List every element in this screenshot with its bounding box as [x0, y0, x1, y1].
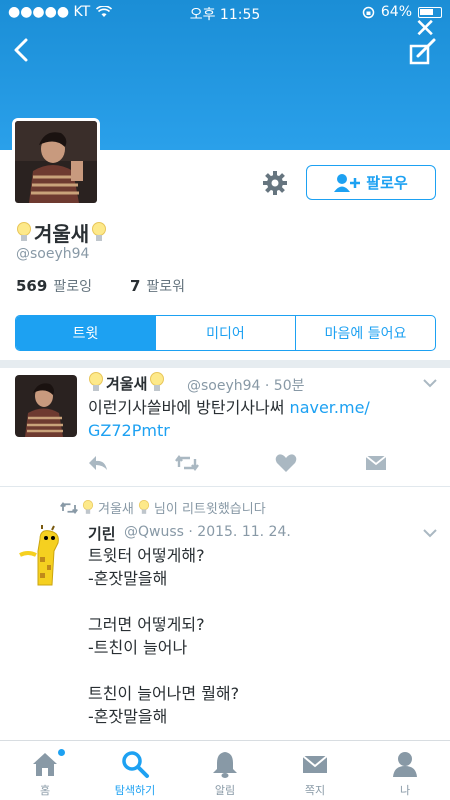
retweet-suffix: 님이 리트윗했습니다 — [153, 502, 266, 517]
profile-handle: @soeyh94 — [16, 246, 90, 262]
tab-messages[interactable]: 쪽지 — [270, 741, 360, 800]
tab-me-label: 나 — [399, 784, 411, 797]
tab-messages-label: 쪽지 — [304, 784, 326, 797]
profile-counts: 569 팔로잉 7 팔로워 — [16, 276, 185, 296]
tweet-body: 이런기사쓸바에 방탄기사나써 — [88, 398, 290, 417]
tab-notifications-label: 알림 — [214, 784, 236, 797]
retweet-context: 겨울새 님이 리트윗했습니다 — [60, 498, 266, 517]
chevron-down-icon[interactable] — [423, 378, 437, 388]
section-separator — [0, 360, 450, 368]
search-icon — [122, 751, 149, 778]
lightbulb-icon — [17, 221, 31, 241]
person-icon — [393, 752, 417, 777]
tab-me[interactable]: 나 — [360, 741, 450, 800]
back-icon[interactable] — [10, 36, 34, 64]
tab-explore-label: 탐색하기 — [114, 784, 156, 797]
followers-label: 팔로워 — [146, 279, 186, 295]
tab-home-label: 홈 — [39, 784, 51, 797]
tab-home[interactable]: 홈 — [0, 741, 90, 800]
avatar-photo — [15, 375, 77, 437]
following-label: 팔로잉 — [53, 279, 92, 295]
display-name-text: 겨울새 — [34, 222, 90, 246]
battery-percent: 64% — [380, 4, 412, 20]
followers-count[interactable]: 7 팔로워 — [130, 276, 185, 296]
tab-notifications[interactable]: 알림 — [180, 741, 270, 800]
lightbulb-icon — [150, 372, 165, 391]
author-name-text: 기린 — [88, 525, 116, 543]
followers-number: 7 — [129, 277, 141, 295]
chevron-down-icon[interactable] — [423, 528, 437, 538]
tweet-text: 트윗터 어떻게해? -혼잣말을해 그러면 어떻게되? -트친이 늘어나 트친이 … — [88, 546, 240, 726]
tweet-meta: @Qwuss · 2015. 11. 24. — [124, 524, 291, 540]
tweet-avatar[interactable] — [15, 375, 77, 437]
tweet-author-name[interactable]: 겨울새 — [88, 372, 165, 394]
home-icon — [33, 753, 57, 776]
settings-gear-icon[interactable] — [262, 170, 288, 196]
bottom-tab-bar: 홈 탐색하기 알림 쪽지 나 — [0, 740, 450, 800]
notification-dot — [58, 749, 65, 756]
avatar-photo — [15, 121, 97, 203]
tweet-avatar[interactable] — [18, 525, 68, 587]
lightbulb-icon — [138, 499, 149, 514]
profile-avatar[interactable] — [12, 118, 100, 206]
tweet-divider — [0, 486, 450, 487]
tweet-handle: @Qwuss — [124, 524, 184, 540]
tab-media[interactable]: 미디어 — [155, 316, 295, 350]
tweet-handle: @soeyh94 — [187, 378, 261, 394]
bell-icon — [213, 752, 237, 778]
tweet-time: · 2015. 11. 24. — [188, 524, 291, 540]
add-user-icon — [334, 173, 361, 192]
follow-button[interactable]: 팔로우 — [306, 165, 436, 200]
compose-icon[interactable] — [408, 36, 438, 66]
profile-display-name: 겨울새 — [16, 218, 107, 247]
tweet-meta: @soeyh94 · 50분 — [187, 375, 305, 395]
envelope-icon — [302, 755, 328, 773]
retweet-icon — [60, 501, 78, 514]
lightbulb-icon — [92, 221, 107, 241]
lightbulb-icon — [89, 372, 103, 391]
tab-explore[interactable]: 탐색하기 — [90, 741, 180, 800]
tab-likes[interactable]: 마음에 들어요 — [295, 316, 435, 350]
tweet-author-name[interactable]: 기린 — [88, 523, 116, 544]
status-bar: ●●●●● KT 오후 11:55 64% — [0, 0, 450, 26]
giraffe-avatar-image — [18, 525, 68, 587]
tweet-text: 이런기사쓸바에 방탄기사나써 naver.me/ GZ72Pmtr — [88, 396, 418, 442]
rotation-lock-icon — [362, 6, 375, 18]
heart-icon[interactable] — [274, 453, 298, 473]
lightbulb-icon — [82, 499, 94, 514]
tab-tweets[interactable]: 트윗 — [16, 316, 155, 350]
retweet-icon[interactable] — [175, 453, 199, 473]
retweeter-name[interactable]: 겨울새 — [98, 498, 134, 517]
author-name-text: 겨울새 — [106, 374, 148, 393]
following-count[interactable]: 569 팔로잉 — [16, 276, 92, 296]
follow-button-label: 팔로우 — [366, 174, 408, 192]
following-number: 569 — [16, 277, 48, 295]
reply-icon[interactable] — [86, 453, 110, 473]
direct-message-icon[interactable] — [364, 453, 388, 473]
tweet-time: · 50분 — [264, 378, 305, 394]
profile-tabs: 트윗 미디어 마음에 들어요 — [15, 315, 436, 351]
